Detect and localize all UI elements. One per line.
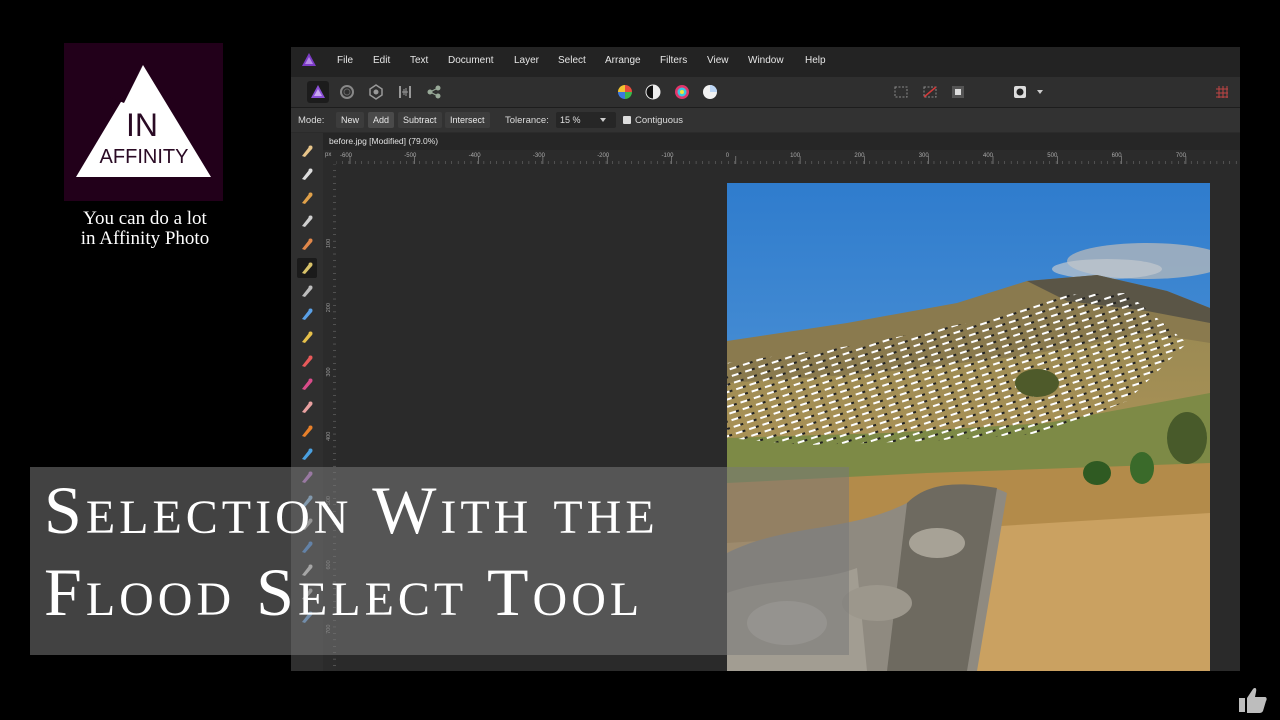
liquify-persona-icon[interactable] [336,81,358,103]
tolerance-dropdown-icon[interactable] [600,118,606,122]
marquee-tool-icon[interactable] [297,281,317,301]
ruler-h-label: -600 [340,153,353,159]
title-line-1: Selection With the [44,472,659,548]
dodge-tool-icon[interactable] [297,421,317,441]
menu-text[interactable]: Text [410,55,428,66]
menu-edit[interactable]: Edit [373,55,390,66]
menu-filters[interactable]: Filters [660,55,687,66]
tagline-line-1: You can do a lot [83,208,207,229]
color-wheel-icon[interactable] [614,81,636,103]
ruler-v-label: 100 [326,239,332,248]
quick-mask-dropdown-icon[interactable] [1037,90,1043,94]
ruler-h-label: -200 [597,153,610,159]
gradient-tool-icon[interactable] [297,327,317,347]
erase-tool-icon[interactable] [297,397,317,417]
title-overlay: Selection With the Flood Select Tool [30,467,849,655]
ruler-h-label: -500 [404,153,417,159]
contiguous-checkbox[interactable] [623,116,631,124]
menu-file[interactable]: File [337,55,353,66]
ruler-h-label: 400 [983,153,994,159]
color-picker-tool-icon[interactable] [297,188,317,208]
menu-select[interactable]: Select [558,55,586,66]
grid-icon[interactable] [1211,81,1233,103]
mode-new-button[interactable]: New [336,112,365,128]
thumbs-up-icon[interactable] [1238,686,1268,714]
invert-selection-icon[interactable] [947,81,969,103]
affinity-photo-app-icon[interactable] [301,52,317,68]
selection-brush-tool-icon[interactable] [297,234,317,254]
mode-label: Mode: [298,115,325,126]
ruler-h-label: 600 [1112,153,1123,159]
ruler-h-label: 0 [726,153,730,159]
tolerance-field[interactable]: 15 % [556,112,616,128]
ruler-v-label: 300 [326,367,332,376]
menu-layer[interactable]: Layer [514,55,539,66]
ruler-h-label: 700 [1176,153,1187,159]
move-tool-icon[interactable] [297,164,317,184]
color-balance-icon[interactable] [671,81,693,103]
marquee-icon[interactable] [890,81,912,103]
no-selection-icon[interactable] [919,81,941,103]
quick-mask-icon[interactable] [1009,81,1031,103]
contrast-icon[interactable] [642,81,664,103]
horizontal-ruler: -600 -500 -400 -300 -200 -100 0 100 200 300 400 500… [335,150,1240,164]
mode-intersect-button[interactable]: Intersect [445,112,490,128]
menu-document[interactable]: Document [448,55,494,66]
logo-text-bottom: AFFINITY [99,146,189,168]
photo-persona-icon[interactable] [307,81,329,103]
context-toolbar: Mode: New Add Subtract Intersect Toleran… [291,108,1240,132]
document-tab[interactable]: before.jpg [Modified] (79.0%) [323,133,1240,150]
logo-text-top: IN [126,107,158,143]
flood-select-tool-icon[interactable] [297,257,317,278]
tagline-line-2: in Affinity Photo [80,228,210,249]
ruler-h-label: -400 [469,153,482,159]
tagline: You can do a lot in Affinity Photo [40,209,250,249]
ruler-h-label: 200 [854,153,865,159]
clone-tool-icon[interactable] [297,444,317,464]
menu-window[interactable]: Window [748,55,784,66]
crop-tool-icon[interactable] [297,211,317,231]
ruler-v-label: 200 [326,303,332,312]
in-affinity-logo: IN AFFINITY [64,43,223,201]
menu-view[interactable]: View [707,55,729,66]
ruler-h-label: 500 [1047,153,1058,159]
ruler-h-label: -300 [533,153,546,159]
mode-subtract-button[interactable]: Subtract [398,112,442,128]
ruler-h-label: 300 [919,153,930,159]
mode-add-button[interactable]: Add [368,112,395,128]
main-toolbar [291,77,1240,108]
hand-tool-icon[interactable] [297,141,317,161]
ruler-v-label: 400 [326,432,332,441]
menu-help[interactable]: Help [805,55,826,66]
document-title: before.jpg [Modified] (79.0%) [329,136,439,146]
menu-arrange[interactable]: Arrange [605,55,641,66]
tolerance-value: 15 % [560,115,581,125]
export-persona-icon[interactable] [423,81,445,103]
contiguous-label: Contiguous [635,115,684,126]
menu-bar: File Edit Text Document Layer Select Arr… [291,47,1240,77]
title-line-2: Flood Select Tool [44,554,644,630]
develop-persona-icon[interactable] [365,81,387,103]
tone-mapping-persona-icon[interactable] [394,81,416,103]
color-replacement-tool-icon[interactable] [297,374,317,394]
ruler-unit-label: px [325,152,332,158]
ruler-h-label: -100 [662,153,675,159]
paint-brush-tool-icon[interactable] [297,351,317,371]
tolerance-label: Tolerance: [505,115,549,126]
white-balance-icon[interactable] [699,81,721,103]
fill-tool-icon[interactable] [297,304,317,324]
ruler-h-label: 100 [790,153,801,159]
